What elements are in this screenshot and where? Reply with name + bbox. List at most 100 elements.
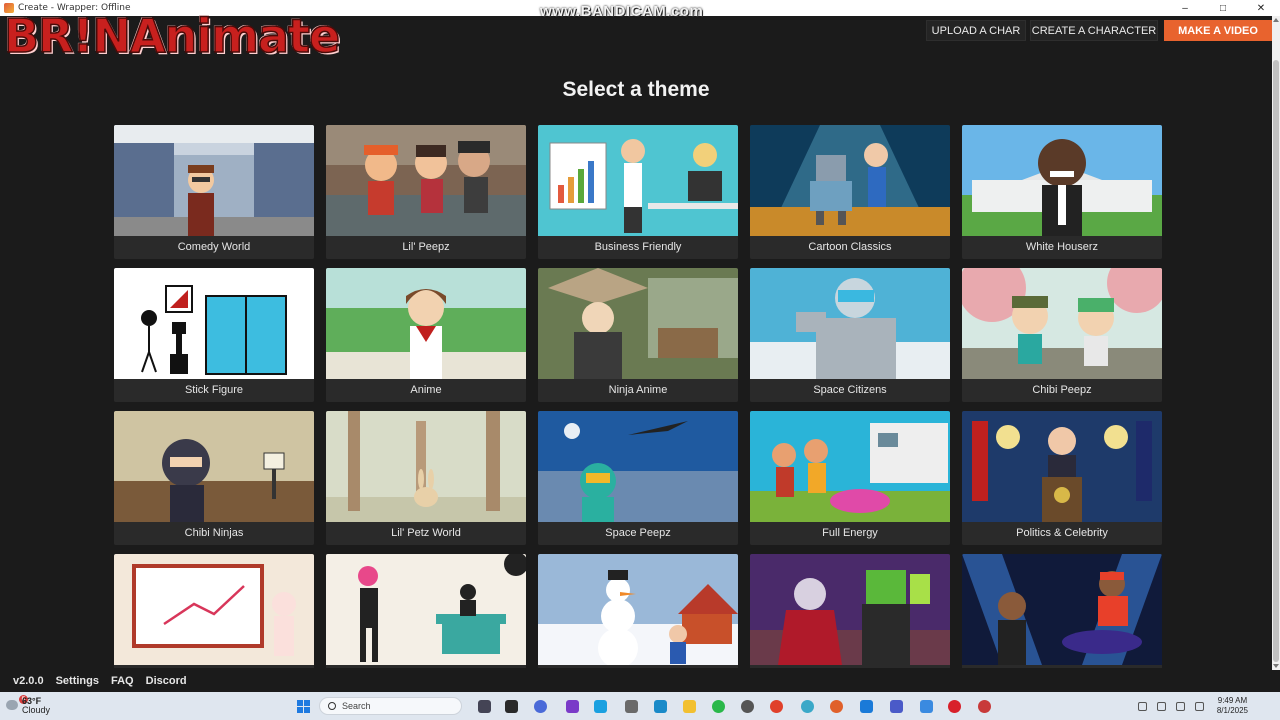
settings-gear-icon[interactable]	[741, 700, 754, 713]
telegram-icon[interactable]	[920, 700, 933, 713]
scroll-up-icon[interactable]	[1273, 18, 1279, 22]
browser-icon[interactable]	[534, 700, 547, 713]
anime-thumbnail	[326, 268, 526, 379]
whatsapp-icon[interactable]	[712, 700, 725, 713]
theme-label: Full Energy	[750, 522, 950, 545]
stick-figure-thumbnail	[114, 268, 314, 379]
theme-label: Comedy World	[114, 236, 314, 259]
space-peepz-thumbnail	[538, 411, 738, 522]
theme-card-space-peepz[interactable]: Space Peepz	[538, 411, 738, 545]
theme-card-lil-peepz[interactable]: Lil' Peepz	[326, 125, 526, 259]
theme-selector: Select a theme Comedy World Lil' Peepz B…	[0, 46, 1272, 668]
ninja-anime-thumbnail	[538, 268, 738, 379]
windows-taskbar: 6 63°F Cloudy Search 9:49 AM 8/1/2025	[0, 692, 1280, 720]
politics-celebrity-thumbnail	[962, 411, 1162, 522]
clock-time: 9:49 AM	[1217, 696, 1248, 705]
theme-card-ninja-anime[interactable]: Ninja Anime	[538, 268, 738, 402]
theme-label: Stick Figure	[114, 379, 314, 402]
theme-label: Business Friendly	[538, 236, 738, 259]
settings-link[interactable]: Settings	[56, 675, 99, 687]
store-icon[interactable]	[566, 700, 579, 713]
windows-start-icon[interactable]	[297, 700, 310, 713]
weather-widget[interactable]: 63°F Cloudy	[22, 697, 50, 715]
theme-label: Lil' Peepz	[326, 236, 526, 259]
theme-card-white-houserz[interactable]: White Houserz	[962, 125, 1162, 259]
clock-date: 8/1/2025	[1216, 706, 1248, 715]
task-view-icon[interactable]	[478, 700, 491, 713]
edge-icon[interactable]	[860, 700, 873, 713]
theme-card-chibi-ninjas[interactable]: Chibi Ninjas	[114, 411, 314, 545]
brand-logo: BR!NAnimate	[3, 9, 341, 63]
taskbar-search[interactable]: Search	[319, 697, 462, 715]
chrome-profile-icon[interactable]	[801, 700, 814, 713]
create-character-button[interactable]: CREATE A CHARACTER	[1030, 20, 1158, 41]
theme-card-stick-figure[interactable]: Stick Figure	[114, 268, 314, 402]
chrome-profile-2-icon[interactable]	[830, 700, 843, 713]
copilot-icon[interactable]	[505, 700, 518, 713]
theme-card[interactable]	[114, 554, 314, 668]
theme-label: Chibi Peepz	[962, 379, 1162, 402]
theme-card[interactable]	[326, 554, 526, 668]
taskbar-clock[interactable]: 9:49 AM 8/1/2025	[1217, 696, 1248, 716]
app-icon-sound[interactable]	[625, 700, 638, 713]
theme-label: Cartoon Classics	[750, 236, 950, 259]
page-title: Select a theme	[562, 78, 710, 101]
upload-char-button[interactable]: UPLOAD A CHAR	[926, 20, 1026, 41]
monster-thumbnail	[750, 554, 950, 665]
search-icon	[328, 702, 336, 710]
wifi-icon[interactable]	[1175, 701, 1185, 711]
theme-card-full-energy[interactable]: Full Energy	[750, 411, 950, 545]
lil-petz-world-thumbnail	[326, 411, 526, 522]
theme-label: Chibi Ninjas	[114, 522, 314, 545]
theme-label: White Houserz	[962, 236, 1162, 259]
theme-label: Ninja Anime	[538, 379, 738, 402]
lil-peepz-thumbnail	[326, 125, 526, 236]
weather-description: Cloudy	[22, 705, 51, 715]
theme-card-cartoon-classics[interactable]: Cartoon Classics	[750, 125, 950, 259]
celebrity-dj-thumbnail	[962, 554, 1162, 665]
whiteboard-thumbnail	[114, 554, 314, 665]
theme-card-business-friendly[interactable]: Business Friendly	[538, 125, 738, 259]
theme-card-anime[interactable]: Anime	[326, 268, 526, 402]
scroll-thumb[interactable]	[1273, 60, 1279, 662]
theme-card-comedy-world[interactable]: Comedy World	[114, 125, 314, 259]
business-friendly-thumbnail	[538, 125, 738, 236]
maximize-button[interactable]: □	[1204, 3, 1242, 14]
minimize-button[interactable]: –	[1166, 3, 1204, 14]
chrome-icon[interactable]	[770, 700, 783, 713]
theme-label: Politics & Celebrity	[962, 522, 1162, 545]
network-icon[interactable]	[1156, 701, 1166, 711]
space-citizens-thumbnail	[750, 268, 950, 379]
comedy-world-thumbnail	[114, 125, 314, 236]
faq-link[interactable]: FAQ	[111, 675, 134, 687]
white-houserz-thumbnail	[962, 125, 1162, 236]
chibi-ninjas-thumbnail	[114, 411, 314, 522]
theme-card[interactable]	[750, 554, 950, 668]
page-scrollbar[interactable]	[1272, 16, 1280, 670]
volume-icon[interactable]	[1194, 701, 1204, 711]
app-footer: v2.0.0 Settings FAQ Discord	[0, 670, 1280, 692]
make-video-button[interactable]: MAKE A VIDEO	[1164, 20, 1272, 41]
theme-card[interactable]	[962, 554, 1162, 668]
theme-card-chibi-peepz[interactable]: Chibi Peepz	[962, 268, 1162, 402]
bandicam-icon[interactable]	[948, 700, 961, 713]
theme-card-politics-celebrity[interactable]: Politics & Celebrity	[962, 411, 1162, 545]
chibi-peepz-thumbnail	[962, 268, 1162, 379]
chevron-up-icon[interactable]	[1137, 701, 1147, 711]
theme-card[interactable]	[538, 554, 738, 668]
discord-link[interactable]: Discord	[146, 675, 187, 687]
theme-label: Space Citizens	[750, 379, 950, 402]
theme-card-lil-petz-world[interactable]: Lil' Petz World	[326, 411, 526, 545]
file-explorer-icon[interactable]	[683, 700, 696, 713]
theme-card-space-citizens[interactable]: Space Citizens	[750, 268, 950, 402]
cloud-icon[interactable]	[6, 700, 18, 710]
version-label: v2.0.0	[13, 675, 44, 687]
close-button[interactable]: ✕	[1242, 3, 1280, 14]
teams-icon[interactable]	[890, 700, 903, 713]
cartoon-classics-thumbnail	[750, 125, 950, 236]
wrapper-offline-icon[interactable]	[978, 700, 991, 713]
skype-icon[interactable]	[594, 700, 607, 713]
scroll-down-icon[interactable]	[1273, 664, 1279, 668]
app-icon-blue[interactable]	[654, 700, 667, 713]
theme-label: Anime	[326, 379, 526, 402]
